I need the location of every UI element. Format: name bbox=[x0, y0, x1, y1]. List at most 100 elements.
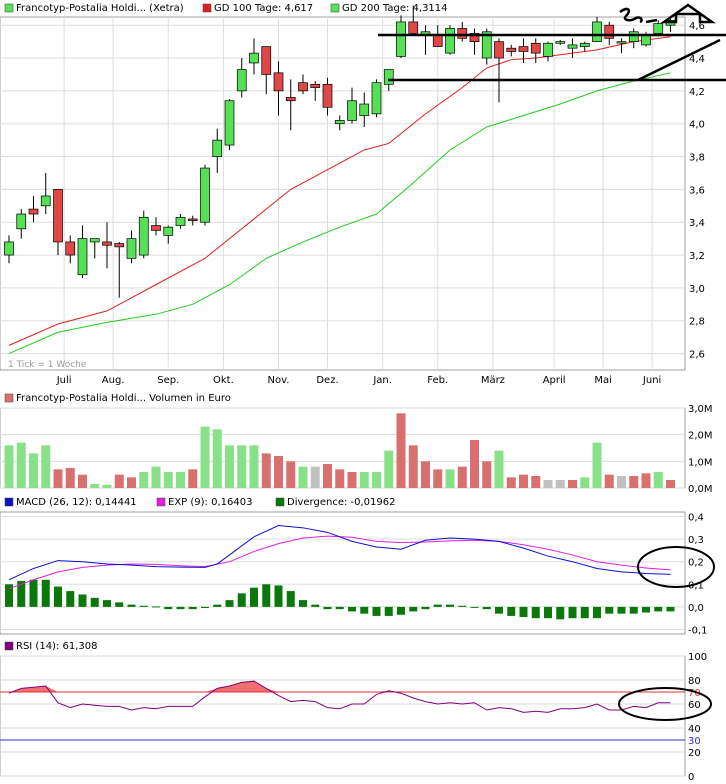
candle-body bbox=[592, 21, 602, 42]
volume-bar bbox=[310, 466, 320, 488]
divergence-bar bbox=[225, 600, 234, 607]
divergence-bar bbox=[90, 597, 99, 607]
candle-body bbox=[457, 28, 468, 39]
volume-y-tick-label: 1,0M bbox=[688, 457, 713, 468]
volume-y-axis: 0,0M 1,0M 2,0M 3,0M bbox=[688, 404, 713, 495]
rsi-y-tick-label: 100 bbox=[688, 652, 707, 663]
divergence-bar bbox=[495, 606, 503, 614]
volume-bar bbox=[457, 466, 467, 488]
candle-body bbox=[114, 243, 125, 248]
candle-body bbox=[383, 69, 394, 85]
divergence-bar bbox=[642, 606, 650, 613]
divergence-bar bbox=[311, 604, 320, 607]
price-x-tick-label: Juli bbox=[56, 375, 72, 386]
volume-bar bbox=[408, 445, 418, 488]
candle-body bbox=[138, 216, 149, 256]
candle-body bbox=[249, 52, 259, 64]
divergence-bar bbox=[421, 606, 430, 610]
macd-y-tick-label: 0,2 bbox=[688, 558, 704, 569]
volume-bar bbox=[237, 445, 247, 488]
divergence-bar bbox=[66, 591, 75, 607]
divergence-bar bbox=[237, 593, 246, 607]
volume-panel: Francotyp-Postalia Holdi... Volumen in E… bbox=[0, 393, 713, 495]
divergence-bar bbox=[250, 587, 258, 607]
candle-body bbox=[163, 226, 174, 236]
macd-legend-label-1: EXP (9): 0,16403 bbox=[168, 497, 252, 508]
candle-body bbox=[530, 42, 541, 54]
price-x-tick-label: Mai bbox=[594, 375, 612, 386]
macd-panel: MACD (26, 12): 0,14441 EXP (9): 0,16403 … bbox=[0, 497, 715, 636]
divergence-bar bbox=[139, 605, 148, 607]
price-y-tick-label: 4,2 bbox=[689, 87, 705, 98]
macd-y-tick-label: 0,4 bbox=[688, 513, 704, 524]
candle-body bbox=[53, 189, 63, 243]
price-y-tick-label: 3,8 bbox=[689, 153, 705, 164]
candle-body bbox=[40, 195, 51, 207]
candle-body bbox=[359, 103, 370, 116]
divergence-bar bbox=[544, 606, 552, 619]
divergence-bar bbox=[54, 586, 62, 607]
candle-body bbox=[653, 23, 664, 34]
volume-bar bbox=[641, 473, 651, 488]
rsi-legend-swatch bbox=[4, 641, 14, 651]
volume-legend-label: Francotyp-Postalia Holdi... Volumen in E… bbox=[16, 393, 231, 404]
volume-bar bbox=[531, 476, 541, 488]
price-y-axis: 2,62,83,03,23,43,63,84,04,24,44,6 bbox=[689, 21, 705, 360]
volume-bar bbox=[151, 466, 161, 488]
candle-body bbox=[604, 24, 615, 39]
candle-body bbox=[567, 44, 578, 49]
divergence-bar bbox=[617, 606, 626, 614]
volume-bar bbox=[470, 440, 479, 488]
candle-body bbox=[16, 213, 27, 230]
volume-bar bbox=[261, 453, 271, 488]
divergence-bar bbox=[654, 606, 663, 612]
candle-body bbox=[555, 41, 566, 44]
price-panel: Francotyp-Postalia Holdi... (Xetra) GD 1… bbox=[0, 3, 726, 386]
rsi-plot-area bbox=[0, 655, 686, 777]
volume-bar bbox=[16, 442, 26, 488]
volume-bar bbox=[519, 474, 528, 488]
candle-body bbox=[494, 41, 504, 59]
divergence-bar bbox=[568, 606, 577, 619]
volume-bar bbox=[78, 474, 87, 488]
price-y-tick-label: 4,4 bbox=[689, 54, 705, 65]
volume-bar bbox=[396, 413, 406, 488]
price-x-tick-label: Feb. bbox=[427, 375, 448, 386]
candle-body bbox=[28, 208, 39, 215]
price-x-tick-label: Jan. bbox=[372, 375, 392, 386]
divergence-bar bbox=[164, 606, 173, 610]
volume-bar bbox=[139, 472, 149, 488]
candle-body bbox=[4, 241, 14, 256]
volume-y-tick-label: 2,0M bbox=[688, 431, 713, 442]
candle-body bbox=[445, 28, 455, 54]
volume-legend-swatch bbox=[4, 393, 14, 403]
volume-bar bbox=[102, 484, 112, 488]
candle-body bbox=[347, 100, 357, 121]
volume-bar bbox=[482, 461, 492, 488]
divergence-bar bbox=[372, 606, 381, 616]
volume-bar bbox=[41, 445, 51, 488]
volume-bar bbox=[298, 466, 308, 488]
candle-body bbox=[371, 82, 382, 115]
volume-bar bbox=[335, 469, 345, 488]
volume-bar bbox=[225, 445, 234, 488]
price-y-tick-label: 2,6 bbox=[689, 350, 705, 361]
candle-body bbox=[298, 82, 308, 92]
volume-bar bbox=[494, 450, 504, 488]
candle-body bbox=[543, 42, 553, 57]
divergence-bar bbox=[470, 606, 479, 608]
price-x-tick-label: Okt. bbox=[213, 375, 234, 386]
price-legend-swatch-2 bbox=[330, 3, 340, 13]
price-legend-label-2: GD 200 Tage: 4,3114 bbox=[342, 3, 448, 14]
divergence-bar bbox=[286, 591, 295, 607]
divergence-bar bbox=[629, 606, 638, 614]
divergence-bar bbox=[593, 606, 601, 619]
volume-bar bbox=[445, 469, 455, 488]
divergence-bar bbox=[531, 606, 540, 619]
divergence-bar bbox=[519, 606, 528, 618]
volume-y-tick-label: 0,0M bbox=[688, 484, 713, 495]
divergence-bar bbox=[580, 606, 589, 619]
divergence-bar bbox=[78, 594, 87, 607]
volume-bar bbox=[212, 429, 222, 488]
macd-legend-label-2: Divergence: -0,01962 bbox=[287, 497, 395, 508]
